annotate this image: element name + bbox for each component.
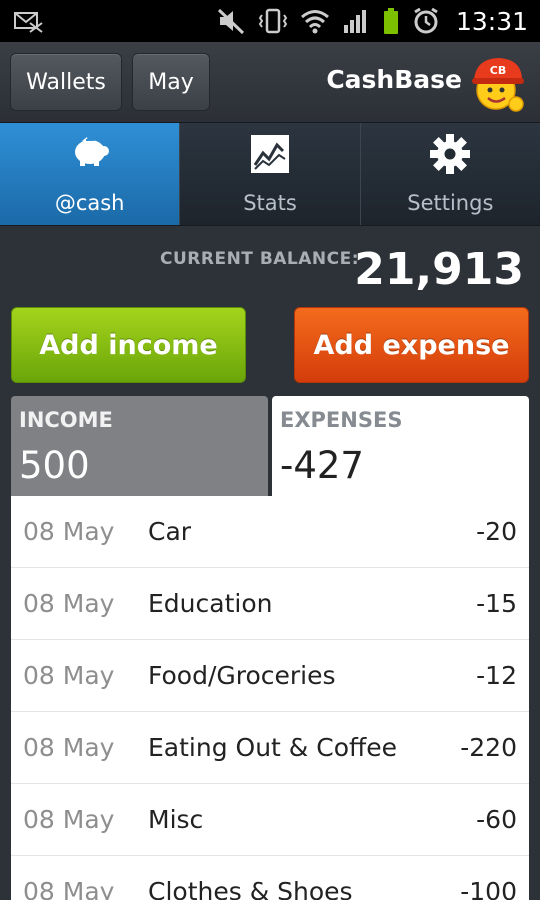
- app-header: Wallets May CashBase CB: [0, 42, 540, 122]
- item-amount: -15: [476, 589, 517, 618]
- month-button[interactable]: May: [132, 53, 210, 111]
- item-category: Clothes & Shoes: [148, 877, 353, 900]
- svg-text:CB: CB: [490, 64, 506, 77]
- tab-cash-label: @cash: [54, 191, 125, 215]
- item-category: Car: [148, 517, 192, 546]
- list-item[interactable]: 08 May Eating Out & Coffee -220: [11, 712, 529, 784]
- app-title: CashBase: [326, 65, 462, 94]
- income-summary-tab[interactable]: INCOME 500: [11, 396, 268, 496]
- item-amount: -100: [460, 877, 517, 900]
- item-amount: -12: [476, 661, 517, 690]
- tab-stats[interactable]: Stats: [179, 123, 359, 225]
- item-date: 08 May: [23, 805, 115, 834]
- tab-bar: @cash Stats Settings: [0, 122, 540, 226]
- wallets-button[interactable]: Wallets: [10, 53, 122, 111]
- app-root: 13:31 Wallets May CashBase CB @cash Stat…: [0, 0, 540, 900]
- item-date: 08 May: [23, 589, 115, 618]
- item-category: Food/Groceries: [148, 661, 336, 690]
- expenses-summary-tab[interactable]: EXPENSES -427: [272, 396, 529, 496]
- item-date: 08 May: [23, 517, 115, 546]
- expenses-label: EXPENSES: [280, 408, 403, 432]
- item-amount: -60: [476, 805, 517, 834]
- item-date: 08 May: [23, 661, 115, 690]
- item-date: 08 May: [23, 733, 115, 762]
- sms-icon: [14, 12, 43, 33]
- balance-label: CURRENT BALANCE:: [160, 249, 360, 269]
- battery-icon: [383, 8, 398, 34]
- item-category: Misc: [148, 805, 204, 834]
- tab-settings-label: Settings: [407, 191, 494, 215]
- item-amount: -220: [460, 733, 517, 762]
- vibrate-icon: [258, 8, 288, 34]
- item-category: Eating Out & Coffee: [148, 733, 397, 762]
- piggy-bank-icon: [74, 137, 109, 166]
- gear-icon: [430, 134, 471, 174]
- signal-icon: [343, 10, 366, 33]
- item-category: Education: [148, 589, 273, 618]
- item-date: 08 May: [23, 877, 115, 900]
- tab-stats-label: Stats: [243, 191, 297, 215]
- alarm-icon: [414, 7, 438, 34]
- add-expense-button[interactable]: Add expense: [294, 307, 529, 383]
- app-logo: CB: [472, 58, 524, 112]
- balance-value: 21,913: [354, 244, 524, 295]
- list-item[interactable]: 08 May Clothes & Shoes -100: [11, 856, 529, 900]
- add-income-button[interactable]: Add income: [11, 307, 246, 383]
- status-time: 13:31: [455, 6, 528, 36]
- tab-settings[interactable]: Settings: [359, 123, 540, 225]
- list-item[interactable]: 08 May Car -20: [11, 496, 529, 568]
- income-label: INCOME: [19, 408, 113, 432]
- transaction-list[interactable]: 08 May Car -20 08 May Education -15 08 M…: [11, 496, 529, 900]
- wifi-icon: [300, 10, 329, 34]
- list-item[interactable]: 08 May Education -15: [11, 568, 529, 640]
- list-item[interactable]: 08 May Food/Groceries -12: [11, 640, 529, 712]
- expenses-value: -427: [280, 444, 364, 487]
- income-value: 500: [19, 444, 90, 487]
- mute-icon: [217, 8, 244, 35]
- chart-icon: [250, 135, 289, 173]
- tab-cash[interactable]: @cash: [0, 123, 180, 225]
- item-amount: -20: [476, 517, 517, 546]
- list-item[interactable]: 08 May Misc -60: [11, 784, 529, 856]
- status-bar: 13:31: [0, 0, 540, 42]
